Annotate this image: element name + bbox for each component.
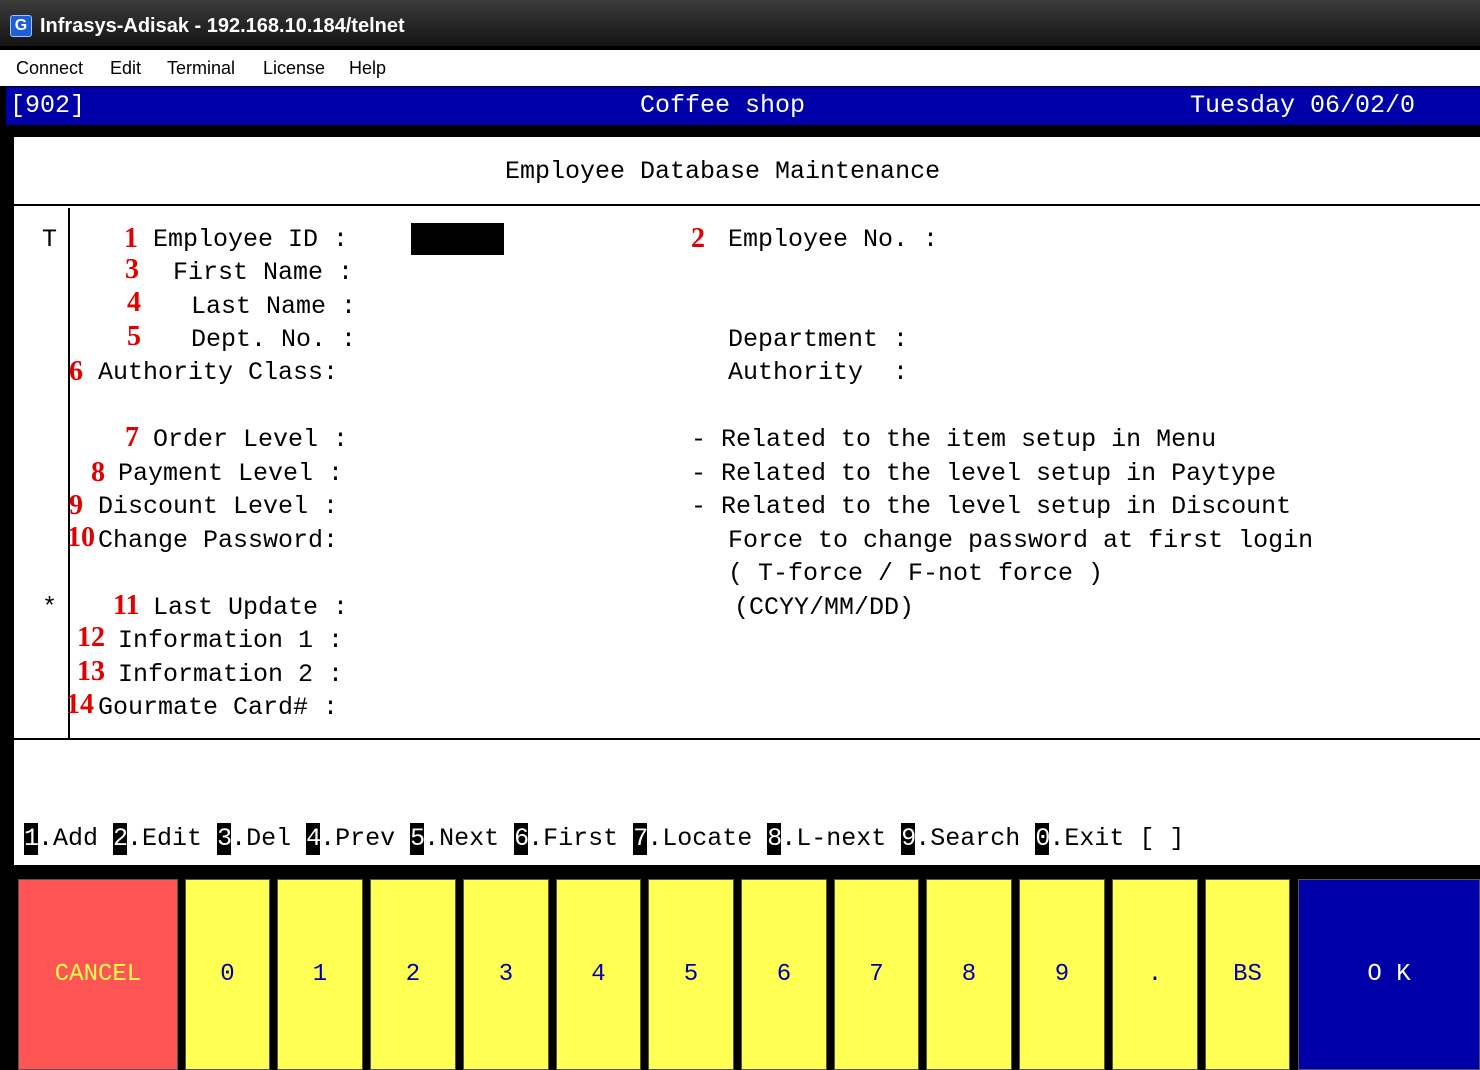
authority-class-label: Authority Class: <box>98 358 339 387</box>
last-name-label: Last Name : <box>191 292 357 321</box>
key-3[interactable]: 3 <box>463 879 549 1070</box>
field-number: 9 <box>69 490 83 521</box>
menu-connect[interactable]: Connect <box>16 57 83 79</box>
field-number: 4 <box>127 287 141 318</box>
discount-level-note: - Related to the level setup in Discount <box>691 492 1292 521</box>
fkey-add[interactable]: 1.Add <box>24 823 98 855</box>
menu-help[interactable]: Help <box>349 57 386 79</box>
key-5[interactable]: 5 <box>648 879 734 1070</box>
menu-edit[interactable]: Edit <box>110 57 141 79</box>
divider-vertical <box>68 208 70 738</box>
menu-bar: Connect Edit Terminal License Help <box>0 50 1480 86</box>
key-6[interactable]: 6 <box>741 879 827 1070</box>
fkey-locate-next[interactable]: 8.L-next <box>767 823 886 855</box>
gourmate-card-label: Gourmate Card# : <box>98 693 339 722</box>
command-prompt[interactable]: [ ] <box>1139 824 1184 853</box>
field-number: 10 <box>67 522 95 553</box>
menu-license[interactable]: License <box>263 57 325 79</box>
fkey-edit[interactable]: 2.Edit <box>113 823 202 855</box>
change-password-note: Force to change password at first login <box>728 526 1314 555</box>
information-2-label: Information 2 : <box>118 660 344 689</box>
order-level-label: Order Level : <box>153 425 349 454</box>
terminal-screen: Employee Database Maintenance T * 1 Empl… <box>14 137 1480 865</box>
field-number: 3 <box>125 254 139 285</box>
key-1[interactable]: 1 <box>277 879 363 1070</box>
fkey-search[interactable]: 9.Search <box>901 823 1020 855</box>
first-name-label: First Name : <box>173 258 354 287</box>
terminal-id: [902] <box>10 91 86 120</box>
key-decimal[interactable]: . <box>1112 879 1198 1070</box>
order-level-note: - Related to the item setup in Menu <box>691 425 1217 454</box>
employee-no-label: Employee No. : <box>728 225 939 254</box>
terminal-status-bar: [902] Coffee shop Tuesday 06/02/0 <box>6 87 1480 125</box>
authority-label: Authority : <box>728 358 909 387</box>
date-format-hint: (CCYY/MM/DD) <box>734 593 915 622</box>
date-display: Tuesday 06/02/0 <box>1190 91 1416 120</box>
employee-id-input[interactable] <box>411 223 504 255</box>
field-number: 11 <box>113 590 140 621</box>
window-title: Infrasys-Adisak - 192.168.10.184/telnet <box>40 15 405 37</box>
field-number: 5 <box>127 321 141 352</box>
key-2[interactable]: 2 <box>370 879 456 1070</box>
field-number: 8 <box>91 457 105 488</box>
field-number: 14 <box>66 689 94 720</box>
last-update-label: Last Update : <box>153 593 349 622</box>
fkey-next[interactable]: 5.Next <box>410 823 499 855</box>
mode-flag: T <box>42 225 58 254</box>
field-number: 6 <box>69 356 83 387</box>
key-4[interactable]: 4 <box>556 879 641 1070</box>
key-9[interactable]: 9 <box>1019 879 1105 1070</box>
field-number: 7 <box>125 422 139 453</box>
fkey-locate[interactable]: 7.Locate <box>633 823 752 855</box>
field-number: 13 <box>77 656 105 687</box>
key-7[interactable]: 7 <box>834 879 919 1070</box>
divider-bottom <box>14 738 1480 740</box>
change-password-hint: ( T-force / F-not force ) <box>728 559 1104 588</box>
field-number: 12 <box>77 622 105 653</box>
change-password-label: Change Password: <box>98 526 339 555</box>
cancel-button[interactable]: CANCEL <box>18 879 178 1070</box>
department-label: Department : <box>728 325 909 354</box>
screen-title: Employee Database Maintenance <box>505 157 941 186</box>
payment-level-label: Payment Level : <box>118 459 344 488</box>
fkey-exit[interactable]: 0.Exit <box>1035 823 1124 855</box>
divider-top <box>14 204 1480 206</box>
title-bar[interactable]: G Infrasys-Adisak - 192.168.10.184/telne… <box>0 0 1480 48</box>
app-icon: G <box>10 15 32 37</box>
payment-level-note: - Related to the level setup in Paytype <box>691 459 1277 488</box>
discount-level-label: Discount Level : <box>98 492 339 521</box>
employee-id-label: Employee ID : <box>153 225 349 254</box>
fkey-first[interactable]: 6.First <box>514 823 618 855</box>
information-1-label: Information 1 : <box>118 626 344 655</box>
key-0[interactable]: 0 <box>185 879 270 1070</box>
function-key-bar: 1.Add 2.Edit 3.Del 4.Prev 5.Next 6.First… <box>24 823 1184 855</box>
record-marker: * <box>42 593 58 622</box>
menu-terminal[interactable]: Terminal <box>167 57 235 79</box>
fkey-delete[interactable]: 3.Del <box>217 823 291 855</box>
field-number: 1 <box>124 223 138 254</box>
ok-button[interactable]: O K <box>1298 879 1480 1070</box>
dept-no-label: Dept. No. : <box>191 325 357 354</box>
field-number: 2 <box>691 223 705 254</box>
backspace-button[interactable]: BS <box>1205 879 1290 1070</box>
key-8[interactable]: 8 <box>926 879 1012 1070</box>
touch-keypad: CANCEL 0 1 2 3 4 5 6 7 8 9 . BS O K <box>14 875 1480 1070</box>
fkey-prev[interactable]: 4.Prev <box>306 823 395 855</box>
outlet-name: Coffee shop <box>640 91 806 120</box>
